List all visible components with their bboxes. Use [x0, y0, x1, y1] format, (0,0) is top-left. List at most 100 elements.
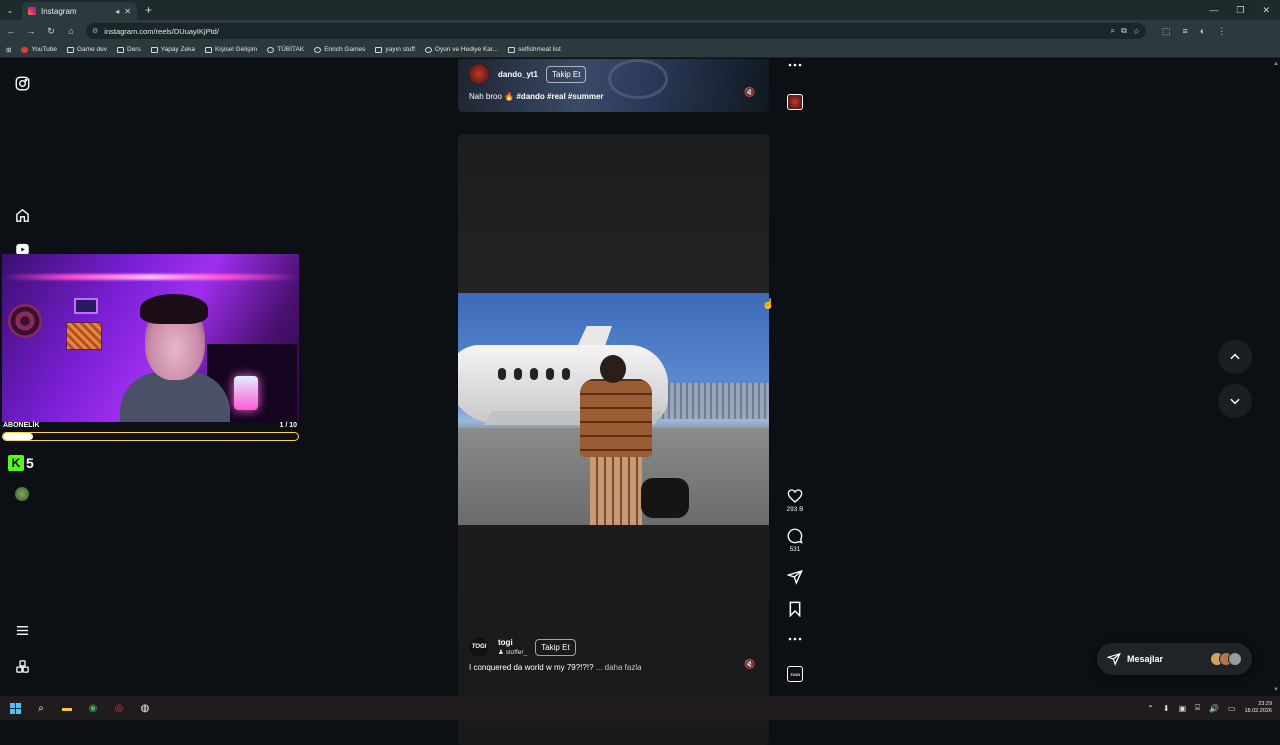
previous-reel-button[interactable]	[1218, 340, 1252, 374]
zoom-icon[interactable]: ⌕	[1111, 26, 1115, 36]
instagram-logo-icon[interactable]	[14, 75, 30, 91]
save-action[interactable]	[780, 601, 810, 617]
enrich-games-icon	[314, 46, 322, 53]
mute-icon[interactable]: 🔇	[744, 87, 755, 98]
audio-thumbnail[interactable]: TOGI	[780, 666, 810, 682]
comment-action[interactable]: 531	[780, 528, 810, 553]
media-control-icon[interactable]: ≡	[1183, 26, 1188, 37]
reel-username[interactable]: togi	[498, 638, 527, 647]
mute-icon[interactable]: 🔇	[744, 659, 755, 670]
follow-button[interactable]: Takip Et	[535, 638, 576, 656]
like-count: 293 B	[786, 506, 804, 513]
more-options-icon[interactable]	[780, 637, 810, 641]
tray-overflow-icon[interactable]: ⌃	[1147, 704, 1154, 713]
menu-icon[interactable]	[14, 622, 30, 638]
bookmark-game-dev[interactable]: Game dev	[67, 46, 107, 53]
reload-icon[interactable]: ↻	[46, 26, 56, 37]
chrome-taskbar-icon[interactable]: ◉	[86, 701, 100, 715]
restore-icon[interactable]: ❐	[1236, 5, 1244, 16]
share-action[interactable]	[780, 569, 810, 585]
bookmarks-bar: ⊞ YouTube Game dev Ders Yapay Zeka Kişis…	[0, 42, 1280, 58]
jet-window	[498, 368, 506, 380]
scroll-down-icon[interactable]: ▼	[1273, 687, 1279, 693]
more-apps-icon[interactable]	[14, 658, 30, 674]
volume-icon[interactable]: 🔊	[1209, 704, 1219, 713]
youtube-icon	[21, 46, 29, 53]
tray-app-icon[interactable]: ▣	[1179, 704, 1187, 713]
bookmark-youtube[interactable]: YouTube	[21, 46, 57, 53]
reel-video[interactable]	[458, 293, 769, 525]
extensions-icon[interactable]: ⬚	[1162, 26, 1171, 37]
profile-avatar[interactable]	[15, 487, 29, 501]
like-action[interactable]: 293 B	[780, 488, 810, 513]
reel-username[interactable]: dando_yt1	[498, 70, 538, 79]
browser-tab[interactable]: Instagram ◂ ✕	[22, 2, 137, 20]
audio-thumbnail[interactable]	[780, 94, 810, 110]
chevron-down-icon	[1230, 398, 1240, 405]
minimize-icon[interactable]: —	[1209, 5, 1218, 16]
led-strip	[2, 274, 299, 280]
bookmark-oyun-hediye[interactable]: Oyun ve Hediye Kar...	[424, 46, 498, 53]
avatar[interactable]: TOGI	[468, 636, 490, 658]
next-reel-button[interactable]	[1218, 384, 1252, 418]
folder-icon	[150, 46, 158, 53]
more-options-icon[interactable]	[780, 63, 810, 67]
bookmark-star-icon[interactable]: ☆	[1133, 27, 1140, 36]
bookmark-kisisel-gelisim[interactable]: Kişisel Gelişim	[204, 46, 257, 53]
forward-icon[interactable]: →	[26, 26, 36, 36]
apps-icon[interactable]: ⊞	[6, 46, 11, 54]
kick-icon: K	[8, 455, 24, 471]
messages-button[interactable]: Mesajlar	[1097, 643, 1252, 675]
bookmark-icon[interactable]	[788, 601, 802, 617]
taskbar-clock[interactable]: 23:29 18.02.2026	[1244, 701, 1272, 715]
share-icon[interactable]	[787, 569, 803, 585]
dartboard	[8, 304, 42, 338]
tray-app-icon[interactable]: ⬇	[1163, 704, 1170, 713]
new-tab-icon[interactable]: +	[145, 3, 152, 17]
car-interior	[608, 59, 668, 99]
bookmark-selfishmeat[interactable]: selfishmeat list	[508, 46, 561, 53]
avatar	[1228, 652, 1242, 666]
reel-audio[interactable]: ♟ stoffer_	[498, 648, 527, 656]
home-icon[interactable]: ⌂	[66, 26, 76, 36]
address-bar[interactable]: ⚙ instagram.com/reels/DUuayIKjPtd/ ⌕ ⧉ ☆	[86, 23, 1146, 39]
message-avatars	[1210, 652, 1242, 666]
scroll-up-icon[interactable]: ▲	[1273, 61, 1279, 67]
reel-previous[interactable]: dando_yt1 Takip Et Nah broo 🔥 #dando #re…	[458, 59, 769, 112]
bookmark-enrich-games[interactable]: Enrich Games	[314, 46, 365, 53]
windows-start-icon[interactable]	[8, 701, 22, 715]
page-scrollbar[interactable]: ▲ ▼	[1272, 59, 1280, 696]
site-info-icon[interactable]: ⚙	[92, 27, 98, 35]
tab-search-icon[interactable]: ⌄	[0, 0, 20, 20]
obs-taskbar-icon[interactable]: ◍	[138, 701, 152, 715]
streamer-hair	[140, 294, 208, 324]
back-icon[interactable]: ←	[6, 26, 16, 36]
tab-close-icon[interactable]: ✕	[124, 7, 131, 16]
chrome-menu-icon[interactable]: ⋮	[1217, 26, 1226, 37]
network-icon[interactable]: ⌸	[1195, 703, 1200, 713]
bookmark-ders[interactable]: Ders	[117, 46, 141, 53]
more-link[interactable]: ... daha fazla	[596, 663, 642, 672]
comment-icon[interactable]	[787, 528, 803, 544]
profile-icon[interactable]: ◐	[1200, 26, 1205, 37]
heart-icon[interactable]	[787, 488, 803, 504]
install-app-icon[interactable]: ⧉	[1121, 26, 1127, 36]
file-explorer-icon[interactable]: ▬	[60, 701, 74, 715]
bookmark-tubitak[interactable]: TÜBİTAK	[267, 46, 304, 53]
wall-poster	[66, 322, 102, 350]
taskbar-search-icon[interactable]: ⌕	[34, 701, 48, 715]
reel-current[interactable]: TOGI togi ♟ stoffer_ Takip Et I conquere…	[458, 134, 769, 745]
home-nav-icon[interactable]	[14, 207, 30, 223]
sub-goal-label: ABONELİK	[3, 422, 40, 429]
app-taskbar-icon[interactable]: ◎	[112, 701, 126, 715]
jet-window	[562, 368, 570, 380]
window-close-icon[interactable]: ✕	[1262, 5, 1270, 16]
reel-caption: I conquered da world w my 79?!?!? ... da…	[469, 663, 642, 672]
bookmark-yapay-zeka[interactable]: Yapay Zeka	[150, 46, 195, 53]
bookmark-yayin-stuff[interactable]: yayın stuff	[375, 46, 415, 53]
avatar[interactable]	[468, 63, 490, 85]
battery-icon[interactable]: ▭	[1228, 704, 1236, 713]
tab-audio-icon[interactable]: ◂	[115, 7, 119, 16]
window-controls: — ❐ ✕	[1209, 5, 1280, 16]
follow-button[interactable]: Takip Et	[546, 65, 587, 83]
